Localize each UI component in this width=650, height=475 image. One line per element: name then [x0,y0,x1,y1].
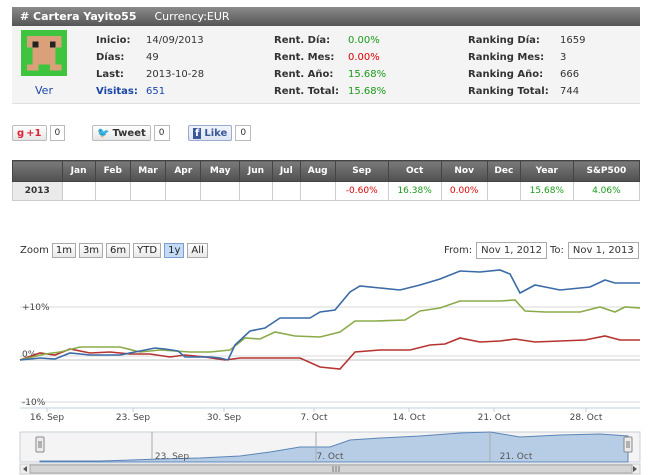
series-line-green [19,299,641,361]
y-tick-label: -10% [22,398,46,408]
navigator-tick-label: 7. Oct [316,452,343,462]
navigator-tick-label: 21. Oct [500,452,533,462]
navigator-tick-label: 23. Sep [155,452,189,462]
x-tick-label: 28. Oct [570,413,603,423]
x-tick-label: 21. Oct [478,413,511,423]
x-tick-label: 14. Oct [393,413,426,423]
x-tick-label: 30. Sep [207,413,241,423]
performance-chart: +10%0%-10%16. Sep 23. Sep 30. Sep 7. Oct 14.… [19,269,641,475]
navigator-right-handle[interactable] [623,436,633,453]
navigator-left-handle[interactable] [35,436,45,453]
y-tick-label: +10% [22,303,50,313]
x-tick-label: 7. Oct [300,413,327,423]
scrollbar-thumb[interactable] [29,464,633,474]
series-line-red [19,335,640,370]
x-tick-label: 23. Sep [116,413,150,423]
x-tick-label: 16. Sep [30,413,64,423]
